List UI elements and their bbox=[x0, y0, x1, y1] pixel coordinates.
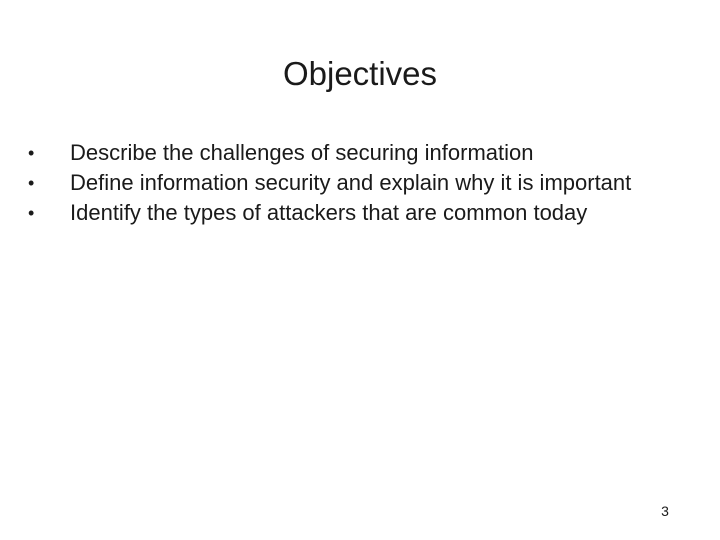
slide-title: Objectives bbox=[282, 55, 438, 92]
list-item: • Describe the challenges of securing in… bbox=[28, 138, 708, 168]
bullet-icon: • bbox=[28, 143, 35, 163]
page-number: 3 bbox=[661, 503, 669, 519]
list-item-text: Identify the types of attackers that are… bbox=[70, 200, 588, 225]
list-item-text: Describe the challenges of securing info… bbox=[70, 140, 534, 165]
list-item-text: Define information security and explain … bbox=[70, 170, 632, 195]
slide: Objectives • Describe the challenges of … bbox=[0, 0, 720, 540]
list-item: • Identify the types of attackers that a… bbox=[28, 198, 708, 228]
objectives-list: • Describe the challenges of securing in… bbox=[28, 138, 708, 228]
bullet-icon: • bbox=[28, 173, 35, 193]
bullet-icon: • bbox=[28, 203, 35, 223]
list-item: • Define information security and explai… bbox=[28, 168, 708, 198]
